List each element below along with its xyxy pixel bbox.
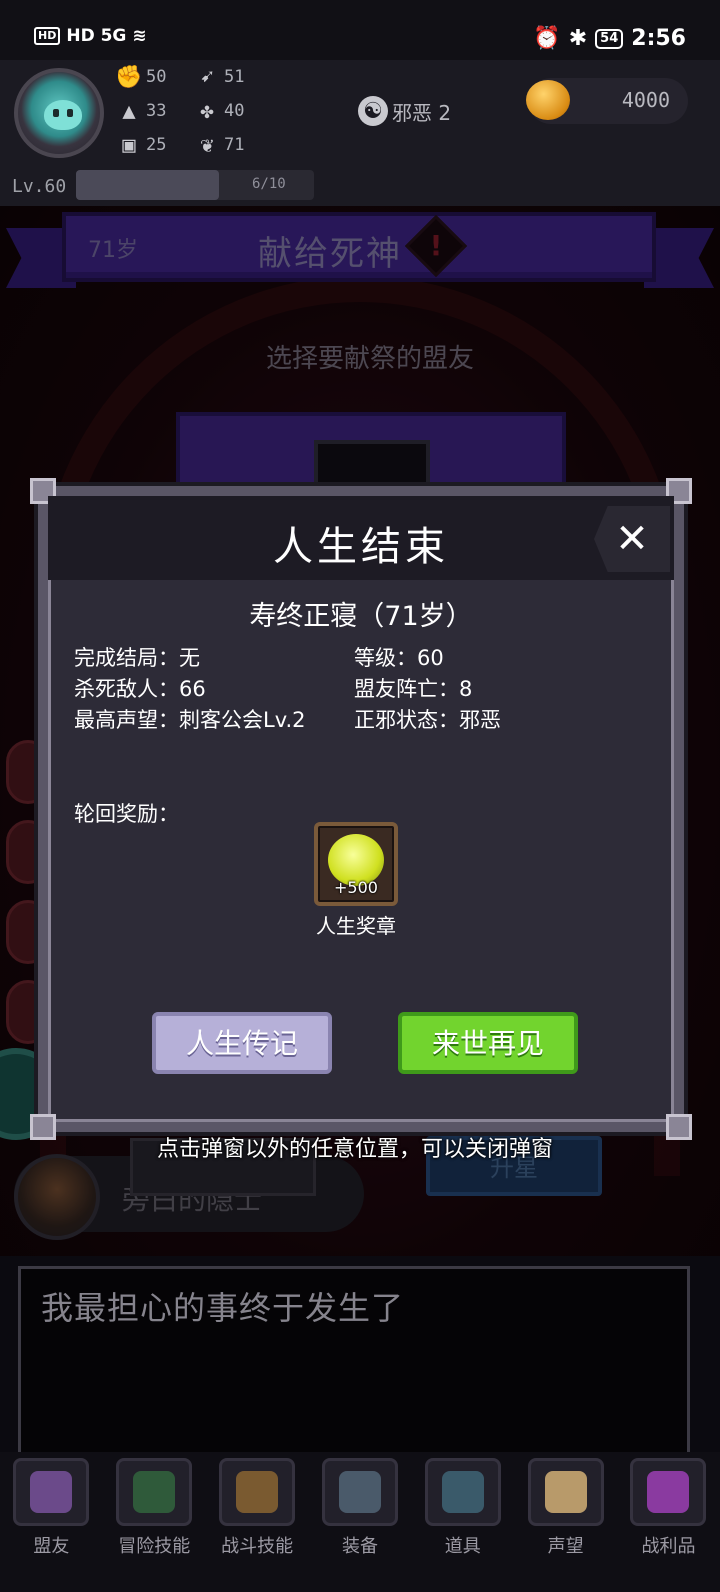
info-alignment: 正邪状态：邪恶 (354, 708, 501, 732)
stat-magic[interactable]: ▲ 33 (116, 98, 166, 124)
biography-button[interactable]: 人生传记 (152, 1012, 332, 1074)
life-medal-reward[interactable]: +500 (314, 822, 398, 906)
treasure-chest-icon (630, 1458, 707, 1526)
close-icon: ✕ (615, 516, 649, 562)
dialog-box[interactable]: 我最担心的事终于发生了 (18, 1266, 690, 1456)
frame-corner (30, 1114, 56, 1140)
xp-bar: 6/10 (76, 170, 314, 200)
nav-label: 盟友 (33, 1536, 70, 1557)
gold-coin-icon (526, 80, 570, 120)
player-avatar[interactable] (14, 68, 104, 158)
biography-label: 人生传记 (185, 1027, 298, 1060)
nav-label: 战利品 (641, 1536, 696, 1557)
backpack-icon (219, 1458, 296, 1526)
nav-label: 装备 (341, 1536, 378, 1557)
nav-label: 战斗技能 (221, 1536, 294, 1557)
fist-icon: ✊ (115, 64, 143, 90)
player-level: Lv.60 (12, 176, 67, 197)
signal-label: HD 5G (66, 26, 127, 46)
frame-corner (666, 1114, 692, 1140)
info-level: 等级：60 (354, 646, 444, 670)
reward-name: 人生奖章 (316, 914, 396, 938)
modal-header: 人生结束 ✕ (48, 496, 674, 580)
nav-equipment[interactable]: 装备 (312, 1458, 408, 1592)
close-hint: 点击弹窗以外的任意位置，可以关闭弹窗 (156, 1137, 553, 1162)
info-kills: 杀死敌人：66 (74, 677, 206, 701)
scroll-quill-icon (527, 1458, 604, 1526)
slime-character-icon (44, 100, 82, 130)
info-reputation: 最高声望：刺客公会Lv.2 (74, 708, 306, 732)
alarm-icon: ⏰ (533, 26, 561, 51)
nav-adventure-skills[interactable]: 冒险技能 (106, 1458, 202, 1592)
nav-allies[interactable]: 盟友 (3, 1458, 99, 1592)
network-indicators: HD HD 5G ≋ (34, 26, 147, 46)
shield-swords-icon (321, 1458, 398, 1526)
stat-value: 71 (224, 135, 245, 155)
clover-icon: ✤ (200, 98, 214, 124)
status-bar: HD HD 5G ≋ ⏰ ✱ 54 2:56 (0, 0, 720, 60)
handshake-icon (13, 1458, 90, 1526)
xp-bar-fill (76, 170, 219, 200)
wifi-icon: ≋ (132, 26, 147, 46)
gold-value: 4000 (621, 88, 670, 112)
nav-label: 冒险技能 (118, 1536, 191, 1557)
nav-items[interactable]: 道具 (415, 1458, 511, 1592)
stat-strength[interactable]: ✊ 50 (115, 64, 167, 90)
info-ending: 完成结局：无 (74, 646, 200, 670)
xp-text: 6/10 (252, 176, 286, 192)
close-button[interactable]: ✕ (594, 506, 670, 572)
next-life-label: 来世再见 (431, 1027, 544, 1060)
stat-value: 51 (224, 67, 245, 87)
book-icon (116, 1458, 193, 1526)
yin-yang-icon: ☯ (358, 96, 388, 126)
clock: 2:56 (631, 26, 686, 51)
nav-label: 声望 (547, 1536, 584, 1557)
stat-value: 25 (146, 135, 167, 155)
wizard-hat-icon: ▲ (122, 98, 136, 124)
stat-knowledge[interactable]: ▣ 25 (116, 132, 166, 158)
stat-value: 50 (146, 67, 167, 87)
bottom-navigation: 盟友 冒险技能 战斗技能 装备 道具 声望 战利品 (0, 1452, 720, 1592)
nav-loot[interactable]: 战利品 (620, 1458, 716, 1592)
reward-value: +500 (334, 878, 378, 897)
nav-combat-skills[interactable]: 战斗技能 (209, 1458, 305, 1592)
bluetooth-icon: ✱ (568, 26, 588, 51)
next-life-button[interactable]: 来世再见 (398, 1012, 578, 1074)
modal-title: 人生结束 (273, 524, 449, 570)
nav-label: 道具 (444, 1536, 481, 1557)
boot-icon: ➹ (200, 64, 214, 90)
stat-value: 40 (224, 101, 245, 121)
stat-value: 33 (146, 101, 167, 121)
info-ally-deaths: 盟友阵亡：8 (354, 677, 473, 701)
system-indicators: ⏰ ✱ 54 2:56 (533, 26, 686, 51)
stat-luck[interactable]: ✤ 40 (194, 98, 244, 124)
battery-icon: 54 (595, 28, 624, 49)
player-hud: ✊ 50 ➹ 51 ▲ 33 ✤ 40 ▣ 25 ❦ 71 ☯ 邪恶 2 400… (0, 60, 720, 206)
nav-reputation[interactable]: 声望 (518, 1458, 614, 1592)
stat-agility[interactable]: ➹ 51 (194, 64, 244, 90)
reward-label: 轮回奖励： (74, 802, 179, 826)
scroll-icon: ▣ (122, 132, 136, 158)
life-end-modal: 人生结束 ✕ 寿终正寝（71岁） 完成结局：无 等级：60 杀死敌人：66 盟友… (30, 478, 692, 1140)
alignment-label: 邪恶 2 (392, 100, 452, 125)
gold-counter[interactable]: 4000 (526, 78, 688, 124)
stat-spirit[interactable]: ❦ 71 (194, 132, 244, 158)
alignment-indicator[interactable]: ☯ 邪恶 2 (358, 96, 451, 126)
lotus-icon: ❦ (200, 132, 214, 158)
dialog-text: 我最担心的事终于发生了 (41, 1289, 405, 1327)
bag-icon (424, 1458, 501, 1526)
death-cause: 寿终正寝（71岁） (249, 601, 473, 632)
hd-icon: HD (34, 27, 61, 45)
